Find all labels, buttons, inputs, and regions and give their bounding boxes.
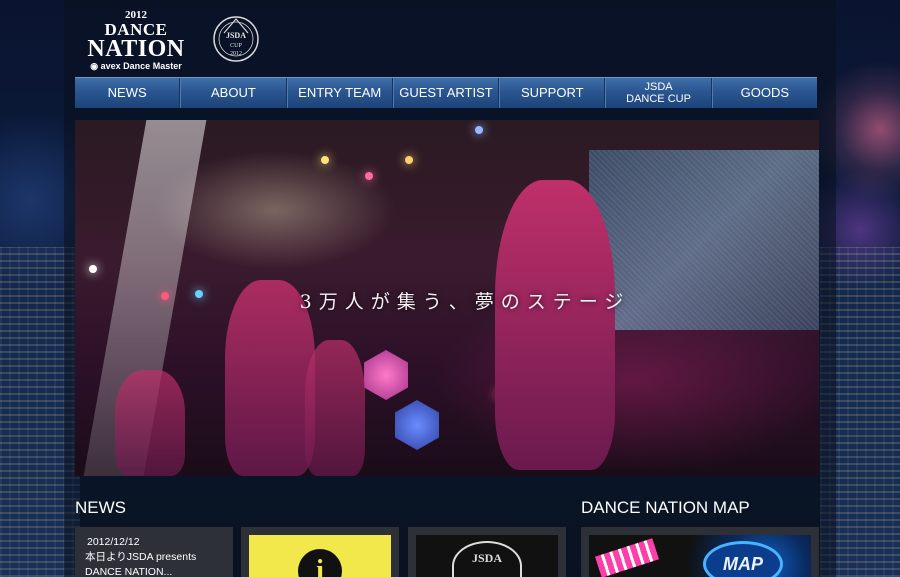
svg-text:CUP: CUP: [230, 43, 242, 49]
nav-about-label: ABOUT: [211, 85, 256, 100]
map-section-title: DANCE NATION MAP: [581, 498, 750, 517]
map-banner-image: MAP: [589, 535, 811, 577]
nav-jsda-line2: DANCE CUP: [626, 93, 691, 105]
stage-light: [161, 292, 169, 300]
dancer-figure: [305, 340, 365, 476]
hero-caption: 3万人が集う、夢のステージ: [299, 291, 631, 313]
stage-light: [475, 126, 483, 134]
nav-jsda-line1: JSDA: [644, 81, 673, 93]
info-icon: i: [298, 549, 342, 577]
map-stripe-graphic: [595, 538, 659, 577]
jsda-thumbnail: JSDA: [416, 535, 558, 577]
nav-entry-team[interactable]: ENTRY TEAM: [286, 78, 393, 108]
jsda-emblem-icon: JSDA: [452, 541, 522, 577]
stage-light: [405, 156, 413, 164]
info-thumbnail: i: [249, 535, 391, 577]
nav-guest-artist-label: GUEST ARTIST: [399, 85, 493, 100]
stage-light: [365, 172, 373, 180]
nav-support[interactable]: SUPPORT: [499, 78, 606, 108]
news-section-title: NEWS: [75, 498, 126, 517]
nav-news-label: NEWS: [107, 85, 147, 100]
news-headline: 本日よりJSDA presents DANCE NATION...: [85, 551, 197, 577]
jsda-dance-cup-emblem-icon[interactable]: JSDA CUP 2012: [210, 13, 262, 65]
map-badge-icon: MAP: [703, 541, 783, 577]
nav-about[interactable]: ABOUT: [180, 78, 287, 108]
news-thumbnail-jsda[interactable]: JSDA: [408, 527, 566, 577]
dancer-figure: [115, 370, 185, 476]
nav-news[interactable]: NEWS: [75, 78, 181, 108]
nav-guest-artist[interactable]: GUEST ARTIST: [392, 78, 500, 108]
logo-tagline-text: avex Dance Master: [100, 61, 182, 71]
stage-light: [89, 265, 97, 273]
nav-goods[interactable]: GOODS: [711, 78, 817, 108]
nav-goods-label: GOODS: [740, 85, 790, 100]
nav-entry-team-label: ENTRY TEAM: [298, 85, 382, 100]
dance-nation-logo[interactable]: 2012 DANCE NATION ◉ avex Dance Master: [76, 10, 196, 71]
nav-jsda-dance-cup[interactable]: JSDA DANCE CUP: [605, 78, 712, 108]
avex-mark-icon: ◉: [90, 61, 99, 71]
stage-hex-panel: [395, 400, 439, 450]
logo-tagline: ◉ avex Dance Master: [76, 62, 196, 71]
stage-light: [195, 290, 203, 298]
logo-nation: NATION: [87, 36, 185, 62]
dancer-figure: [495, 180, 615, 470]
news-item[interactable]: 2012/12/12 本日よりJSDA presents DANCE NATIO…: [75, 527, 233, 577]
dance-nation-map-banner[interactable]: MAP: [581, 527, 819, 577]
nav-support-label: SUPPORT: [520, 85, 584, 100]
main-nav: NEWS ABOUT ENTRY TEAM GUEST ARTIST SUPPO…: [75, 77, 817, 108]
hero-banner[interactable]: 3万人が集う、夢のステージ: [75, 120, 819, 476]
stage-hex-panel: [364, 350, 408, 400]
news-thumbnail-info[interactable]: i: [241, 527, 399, 577]
svg-text:2012: 2012: [230, 51, 242, 57]
stage-light: [321, 156, 329, 164]
news-date: 2012/12/12: [87, 536, 140, 548]
svg-text:JSDA: JSDA: [226, 31, 246, 40]
